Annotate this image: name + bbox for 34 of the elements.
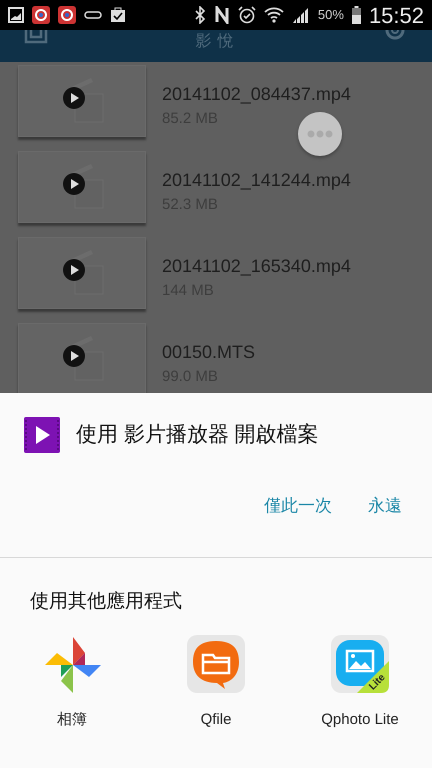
clipboard-check-icon <box>110 7 126 23</box>
app-name: Qfile <box>200 710 232 730</box>
dialog-title: 使用 影片播放器 開啟檔案 <box>76 422 319 448</box>
nfc-icon <box>214 6 230 24</box>
battery-icon <box>352 6 361 24</box>
bluetooth-icon <box>194 6 206 24</box>
section-heading: 使用其他應用程式 <box>29 590 183 614</box>
file-name: 20141102_084437.mp4 <box>162 83 351 106</box>
app-option[interactable]: 相簿 <box>2 634 142 732</box>
storage-icon <box>84 10 102 20</box>
wifi-icon <box>264 6 284 24</box>
app-option[interactable]: Qfile <box>146 634 286 732</box>
alarm-icon <box>238 6 256 24</box>
file-name: 20141102_165340.mp4 <box>162 255 351 278</box>
battery-percentage: 50% <box>318 6 344 24</box>
folder-app-icon <box>187 635 245 693</box>
app-notification-icon <box>32 6 50 24</box>
video-player-icon <box>24 417 60 453</box>
app-notification-icon <box>58 6 76 24</box>
pinwheel-icon <box>43 635 101 693</box>
image-icon <box>8 7 24 23</box>
app-option[interactable]: Lite Qphoto Lite <box>290 634 430 732</box>
app-name: 相簿 <box>57 710 87 730</box>
always-button[interactable]: 永遠 <box>362 489 408 522</box>
screen-title: 影 悅 <box>195 32 235 52</box>
app-name: Qphoto Lite <box>321 710 399 730</box>
more-button[interactable] <box>298 112 342 156</box>
clock-time: 15:52 <box>368 2 424 30</box>
file-name: 00150.MTS <box>162 341 256 364</box>
just-once-button[interactable]: 僅此一次 <box>258 489 338 522</box>
photo-app-icon: Lite <box>331 635 389 693</box>
more-dots-icon <box>307 130 333 138</box>
signal-icon <box>292 7 310 23</box>
file-name: 20141102_141244.mp4 <box>162 169 351 192</box>
